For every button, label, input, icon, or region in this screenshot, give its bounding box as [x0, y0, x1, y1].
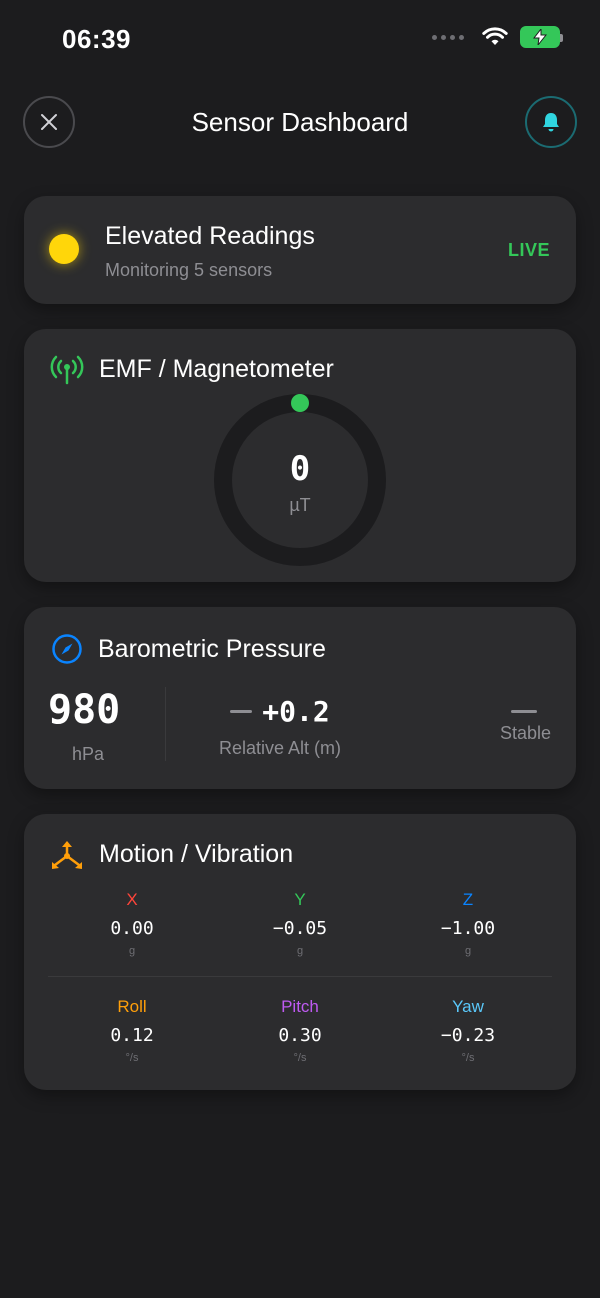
status-title: Elevated Readings [105, 222, 315, 250]
axis-label: Y [294, 890, 306, 909]
emf-card[interactable]: EMF / Magnetometer 0 µT [24, 329, 576, 582]
axis-label: X [126, 890, 138, 909]
accel-y: Y −0.05 g [216, 890, 384, 957]
emf-value: 0 [289, 449, 311, 489]
compass-icon [50, 632, 84, 666]
altitude-label: Relative Alt (m) [218, 738, 342, 758]
accelerometer-row: X 0.00 g Y −0.05 g Z −1.00 g [48, 890, 552, 957]
axes-icon [50, 838, 84, 872]
emf-title: EMF / Magnetometer [99, 355, 334, 383]
axis-label: Pitch [281, 997, 319, 1016]
altitude-row: +0.2 [200, 695, 360, 728]
status-time: 06:39 [62, 24, 131, 54]
axis-label: Yaw [452, 997, 484, 1016]
axis-value: 0.00 [110, 918, 154, 939]
altitude-value: +0.2 [262, 695, 330, 728]
pressure-unit: hPa [71, 744, 105, 764]
notifications-button[interactable] [525, 96, 577, 148]
divider [48, 976, 552, 977]
axis-value: −0.23 [440, 1025, 496, 1046]
axis-value: −0.05 [272, 918, 328, 939]
status-icons [432, 26, 563, 48]
wifi-icon [482, 27, 508, 45]
axis-unit: g [464, 945, 472, 957]
axis-unit: °/s [293, 1052, 307, 1064]
page-title: Sensor Dashboard [191, 107, 409, 137]
pressure-trend-dash [511, 710, 537, 713]
axis-unit: g [128, 945, 136, 957]
axis-unit: °/s [461, 1052, 475, 1064]
axis-value: 0.30 [278, 1025, 322, 1046]
antenna-icon [50, 353, 84, 387]
navigation-bar: Sensor Dashboard [0, 94, 600, 150]
pressure-trend-label: Stable [499, 723, 551, 743]
battery-charging-icon [520, 26, 563, 48]
gyro-yaw: Yaw −0.23 °/s [384, 997, 552, 1064]
status-card: Elevated Readings Monitoring 5 sensors L… [24, 196, 576, 304]
live-badge: LIVE [507, 240, 550, 260]
axis-value: 0.12 [110, 1025, 154, 1046]
barometer-card[interactable]: Barometric Pressure 980 hPa +0.2 Relativ… [24, 607, 576, 789]
status-indicator [49, 234, 79, 264]
bell-icon [543, 113, 559, 132]
divider [165, 687, 166, 761]
status-subtitle: Monitoring 5 sensors [105, 260, 273, 280]
gyroscope-row: Roll 0.12 °/s Pitch 0.30 °/s Yaw −0.23 °… [48, 997, 552, 1064]
barometer-title: Barometric Pressure [98, 635, 326, 663]
axis-value: −1.00 [440, 918, 496, 939]
accel-x: X 0.00 g [48, 890, 216, 957]
motion-card[interactable]: Motion / Vibration X 0.00 g Y −0.05 g Z … [24, 814, 576, 1090]
axis-label: Z [462, 890, 474, 909]
axis-unit: °/s [125, 1052, 139, 1064]
pressure-value: 980 [48, 687, 121, 733]
status-bar: 06:39 [0, 0, 600, 80]
accel-z: Z −1.00 g [384, 890, 552, 957]
emf-gauge-indicator [291, 394, 309, 412]
emf-unit: µT [289, 495, 311, 515]
altitude-trend-dash [230, 710, 253, 713]
motion-title: Motion / Vibration [99, 840, 294, 868]
gyro-pitch: Pitch 0.30 °/s [216, 997, 384, 1064]
axis-label: Roll [117, 997, 147, 1016]
axis-unit: g [296, 945, 304, 957]
cellular-signal-icon [432, 34, 464, 40]
gyro-roll: Roll 0.12 °/s [48, 997, 216, 1064]
